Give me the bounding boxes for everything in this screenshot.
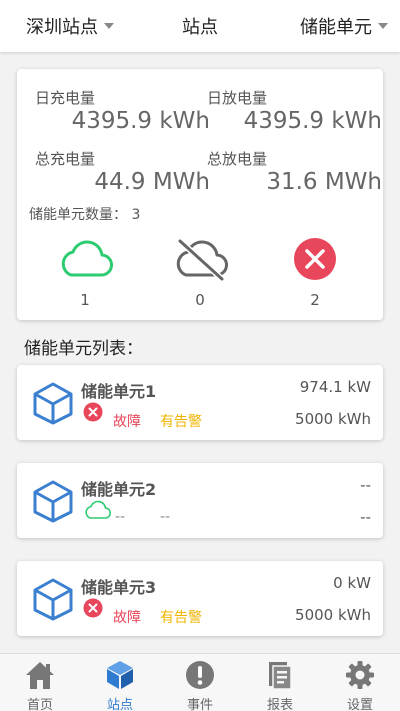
nav-label: 首页 bbox=[26, 698, 53, 711]
status-offline[interactable]: 0 bbox=[165, 237, 235, 309]
total-charge-stat: 总充电量 44.9 MWh bbox=[35, 148, 210, 195]
nav-item-site[interactable]: 站点 bbox=[80, 654, 160, 711]
daily-charge-label: 日充电量 bbox=[35, 89, 96, 107]
unit-energy: 5000 kWh bbox=[295, 410, 371, 428]
unit-energy: -- bbox=[360, 508, 371, 526]
home-icon bbox=[26, 662, 54, 689]
status-online[interactable]: 1 bbox=[50, 237, 120, 309]
daily-discharge-stat: 日放电量 4395.9 kWh bbox=[207, 87, 382, 134]
unit-card[interactable]: 储能单元3 0 kW 故障 有告警 5000 kWh bbox=[17, 561, 383, 636]
unit-power: -- bbox=[360, 476, 371, 494]
unit-count-value: 3 bbox=[131, 207, 141, 223]
daily-discharge-label: 日放电量 bbox=[207, 89, 268, 107]
cube-icon bbox=[107, 661, 133, 689]
unit-count: 储能单元数量： 3 bbox=[29, 204, 140, 224]
unit-alarm: 有告警 bbox=[160, 414, 202, 430]
chevron-down-icon bbox=[104, 23, 114, 29]
fault-icon bbox=[83, 598, 103, 618]
site-selector-label: 深圳站点 bbox=[26, 17, 98, 38]
unit-power: 974.1 kW bbox=[299, 378, 371, 396]
daily-discharge-value: 4395.9 kWh bbox=[243, 108, 382, 134]
site-selector[interactable]: 深圳站点 bbox=[26, 13, 114, 39]
nav-item-reports[interactable]: 报表 bbox=[240, 654, 320, 711]
nav-label: 报表 bbox=[266, 698, 293, 711]
unit-card[interactable]: 储能单元1 974.1 kW 故障 有告警 5000 kWh bbox=[17, 365, 383, 440]
nav-label: 设置 bbox=[346, 698, 373, 711]
unit-name: 储能单元3 bbox=[81, 578, 157, 597]
unit-list-title: 储能单元列表： bbox=[24, 339, 143, 359]
daily-charge-stat: 日充电量 4395.9 kWh bbox=[35, 87, 210, 134]
unit-energy: 5000 kWh bbox=[295, 606, 371, 624]
unit-state: -- bbox=[115, 509, 126, 525]
total-discharge-label: 总放电量 bbox=[207, 150, 268, 168]
unit-count-label: 储能单元数量： bbox=[29, 207, 127, 223]
unit-power: 0 kW bbox=[333, 574, 371, 592]
unit-card[interactable]: 储能单元2 -- -- -- -- bbox=[17, 463, 383, 538]
daily-charge-value: 4395.9 kWh bbox=[71, 108, 210, 134]
cloud-off-icon bbox=[176, 238, 228, 281]
unit-selector-label: 储能单元 bbox=[300, 17, 372, 38]
unit-state: 故障 bbox=[113, 414, 141, 430]
unit-selector[interactable]: 储能单元 bbox=[300, 13, 388, 39]
total-charge-value: 44.9 MWh bbox=[94, 169, 210, 195]
online-count: 1 bbox=[80, 291, 90, 309]
gear-icon bbox=[346, 661, 374, 689]
fault-count: 2 bbox=[310, 291, 320, 309]
nav-label: 事件 bbox=[186, 698, 213, 711]
nav-item-settings[interactable]: 设置 bbox=[320, 654, 400, 711]
offline-count: 0 bbox=[195, 291, 205, 309]
top-bar: 深圳站点 站点 储能单元 bbox=[0, 0, 400, 52]
cube-icon bbox=[33, 382, 73, 425]
cube-icon bbox=[33, 578, 73, 621]
nav-item-home[interactable]: 首页 bbox=[0, 654, 80, 711]
summary-card: 日充电量 4395.9 kWh 日放电量 4395.9 kWh 总充电量 44.… bbox=[17, 69, 383, 320]
unit-name: 储能单元2 bbox=[81, 480, 157, 499]
report-icon bbox=[269, 662, 292, 690]
bottom-nav: 首页 站点 事件 报表 设置 bbox=[0, 653, 400, 711]
fault-icon bbox=[83, 402, 103, 422]
total-discharge-value: 31.6 MWh bbox=[266, 169, 382, 195]
cloud-icon bbox=[85, 500, 111, 519]
total-charge-label: 总充电量 bbox=[35, 150, 96, 168]
unit-alarm: -- bbox=[160, 509, 171, 525]
cube-icon bbox=[33, 480, 73, 523]
cloud-icon bbox=[61, 240, 113, 277]
nav-item-events[interactable]: 事件 bbox=[160, 654, 240, 711]
unit-name: 储能单元1 bbox=[81, 382, 157, 401]
unit-alarm: 有告警 bbox=[160, 610, 202, 626]
unit-state: 故障 bbox=[113, 610, 141, 626]
chevron-down-icon bbox=[378, 23, 388, 29]
total-discharge-stat: 总放电量 31.6 MWh bbox=[207, 148, 382, 195]
fault-icon bbox=[294, 238, 336, 280]
page-title: 站点 bbox=[182, 17, 218, 38]
status-fault[interactable]: 2 bbox=[280, 237, 350, 309]
nav-label: 站点 bbox=[106, 698, 133, 711]
alert-icon bbox=[186, 661, 214, 689]
